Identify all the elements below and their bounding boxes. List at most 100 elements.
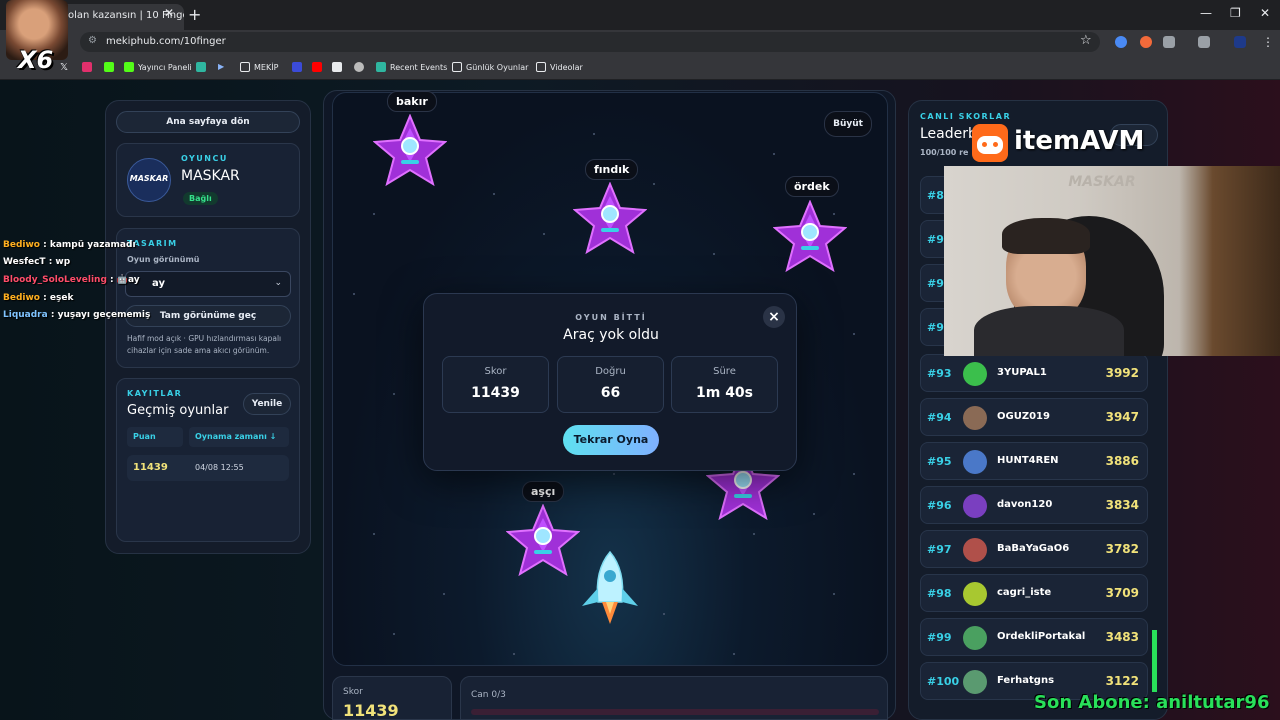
subscriber-bar bbox=[1152, 630, 1157, 692]
star-dot bbox=[373, 533, 375, 535]
player-name: OrdekliPortakal bbox=[997, 631, 1086, 642]
lives-bar bbox=[471, 709, 879, 715]
bookmark-videolar[interactable]: Videolar bbox=[536, 62, 583, 72]
player-name: BaBaYaGaO6 bbox=[997, 543, 1070, 554]
enemy-ship-icon bbox=[573, 182, 647, 255]
view-select-value: ay bbox=[152, 278, 165, 289]
youtube-icon[interactable] bbox=[312, 62, 322, 72]
stat-label: Skor bbox=[484, 366, 507, 377]
enemy-ship-icon bbox=[773, 200, 847, 273]
site-info-icon[interactable]: ⚙ bbox=[88, 35, 97, 46]
leaderboard-row: #96 davon120 3834 bbox=[920, 486, 1148, 524]
restore-icon[interactable]: ❐ bbox=[1230, 6, 1241, 20]
address-bar[interactable]: ⚙ mekiphub.com/10finger bbox=[80, 32, 1100, 52]
chat-user: Bediwo bbox=[3, 240, 40, 250]
replay-button[interactable]: Tekrar Oyna bbox=[563, 425, 659, 455]
close-window-icon[interactable]: ✕ bbox=[1260, 6, 1270, 20]
app-icon[interactable] bbox=[196, 62, 206, 72]
chat-message: WesfecT : wp bbox=[3, 257, 70, 267]
instagram-icon[interactable] bbox=[82, 62, 92, 72]
player-score: 3122 bbox=[1105, 674, 1139, 688]
view-select[interactable]: ay ⌄ bbox=[125, 271, 291, 297]
openai-icon[interactable] bbox=[354, 62, 364, 72]
star-dot bbox=[593, 133, 595, 135]
kick-icon[interactable] bbox=[104, 62, 114, 72]
discord-icon[interactable] bbox=[292, 62, 302, 72]
sidebar-icon[interactable] bbox=[1198, 36, 1210, 48]
bookmark-mekip[interactable]: MEKİP bbox=[240, 62, 278, 72]
enemy-ship-icon bbox=[706, 470, 780, 521]
bookmark-yayinci-paneli[interactable]: Yayıncı Paneli bbox=[124, 62, 192, 72]
modal-title: Araç yok oldu bbox=[563, 327, 659, 343]
stat-value: 11439 bbox=[471, 385, 520, 401]
home-button[interactable]: Ana sayfaya dön bbox=[116, 111, 300, 133]
play-icon[interactable]: ▶ bbox=[218, 62, 224, 71]
profile-icon[interactable] bbox=[1234, 36, 1246, 48]
star-dot bbox=[393, 393, 395, 395]
close-icon[interactable]: × bbox=[763, 306, 785, 328]
word-label: bakır bbox=[387, 91, 437, 112]
player-name: MASKAR bbox=[181, 168, 240, 184]
leaderboard-eyebrow: CANLI SKORLAR bbox=[920, 112, 1012, 121]
x-icon[interactable]: 𝕏 bbox=[60, 62, 68, 73]
chat-message: Bediwo : eşek bbox=[3, 293, 73, 303]
player-score: 3947 bbox=[1105, 410, 1139, 424]
word-label: fındık bbox=[585, 159, 639, 180]
avatar bbox=[963, 582, 987, 606]
refresh-button[interactable]: Yenile bbox=[243, 393, 291, 415]
star-dot bbox=[773, 153, 775, 155]
extension-icon[interactable] bbox=[1115, 36, 1127, 48]
avatar bbox=[963, 494, 987, 518]
bookmark-star-icon[interactable]: ☆ bbox=[1080, 33, 1092, 48]
star-dot bbox=[543, 233, 545, 235]
player-eyebrow: OYUNCU bbox=[181, 154, 228, 163]
rank: #95 bbox=[927, 455, 952, 468]
leaderboard-row: #95 HUNT4REN 3886 bbox=[920, 442, 1148, 480]
bookmark-recent-events[interactable]: Recent Events bbox=[376, 62, 447, 72]
avatar bbox=[963, 406, 987, 430]
enemy-ship-icon bbox=[506, 504, 580, 577]
star-dot bbox=[443, 593, 445, 595]
avatar bbox=[963, 362, 987, 386]
records-card: KAYITLAR Geçmiş oyunlar Yenile Puan Oyna… bbox=[116, 378, 300, 542]
word-label: ördek bbox=[785, 176, 839, 197]
enlarge-button[interactable]: Büyüt bbox=[824, 111, 872, 137]
col-time-header[interactable]: Oynama zamanı ↓ bbox=[189, 427, 289, 447]
stat-score: Skor 11439 bbox=[442, 356, 549, 413]
stat-label: Doğru bbox=[595, 366, 626, 377]
game-over-modal: OYUN BİTTİ Araç yok oldu × Skor 11439 Do… bbox=[423, 293, 797, 471]
image-icon[interactable] bbox=[332, 62, 342, 72]
new-tab-icon[interactable]: + bbox=[188, 5, 201, 24]
minimize-icon[interactable]: — bbox=[1200, 6, 1212, 20]
star-dot bbox=[613, 473, 615, 475]
menu-dots-icon[interactable]: ⋮ bbox=[1262, 35, 1274, 49]
rank: #94 bbox=[927, 411, 952, 424]
chat-user: Bloody_SoloLeveling bbox=[3, 275, 107, 285]
player-card: MASKAR OYUNCU MASKAR Bağlı bbox=[116, 143, 300, 217]
col-score-header[interactable]: Puan bbox=[127, 427, 183, 447]
view-label: Oyun görünümü bbox=[127, 255, 200, 264]
hud-score-value: 11439 bbox=[343, 701, 399, 720]
close-tab-icon[interactable]: ✕ bbox=[164, 6, 174, 20]
connection-status-badge: Bağlı bbox=[183, 192, 218, 205]
puzzle-icon[interactable] bbox=[1163, 36, 1175, 48]
last-subscriber: Son Abone: aniltutar96 bbox=[1034, 692, 1270, 713]
player-name: HUNT4REN bbox=[997, 455, 1059, 466]
star-dot bbox=[393, 633, 395, 635]
player-score: 3782 bbox=[1105, 542, 1139, 556]
sponsor-bag-icon bbox=[972, 124, 1008, 162]
player-score: 3834 bbox=[1105, 498, 1139, 512]
star-dot bbox=[853, 333, 855, 335]
sponsor-logo: itemAVM bbox=[1014, 126, 1145, 156]
bookmark-gunluk-oyunlar[interactable]: Günlük Oyunlar bbox=[452, 62, 528, 72]
stat-value: 1m 40s bbox=[695, 385, 754, 401]
star-dot bbox=[733, 653, 735, 655]
modal-eyebrow: OYUN BİTTİ bbox=[575, 313, 647, 322]
leaderboard-row: #94 OGUZ019 3947 bbox=[920, 398, 1148, 436]
player-score: 3483 bbox=[1105, 630, 1139, 644]
table-row: 11439 04/08 12:55 bbox=[127, 455, 289, 481]
extension-icon[interactable] bbox=[1140, 36, 1152, 48]
star-dot bbox=[493, 193, 495, 195]
star-dot bbox=[513, 653, 515, 655]
avatar bbox=[963, 626, 987, 650]
